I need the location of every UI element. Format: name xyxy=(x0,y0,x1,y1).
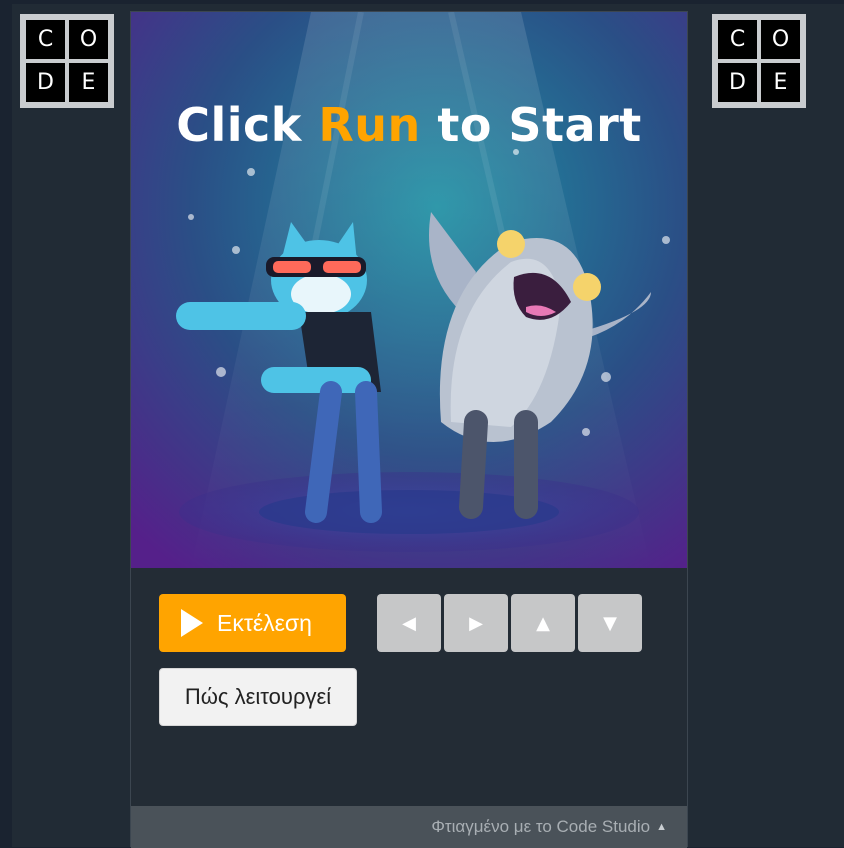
title-suffix: to Start xyxy=(420,98,642,152)
how-it-works-button[interactable]: Πώς λειτουργεί xyxy=(159,668,357,726)
down-arrow-icon: ▼ xyxy=(603,612,617,634)
run-button-label: Εκτέλεση xyxy=(217,609,312,636)
play-icon xyxy=(181,609,203,637)
logo-letter: E xyxy=(761,63,800,102)
caret-up-icon: ▲ xyxy=(656,821,667,833)
title-prefix: Click xyxy=(176,98,319,152)
logo-letter: O xyxy=(69,20,108,59)
code-logo-right[interactable]: C O D E xyxy=(712,14,806,108)
logo-letter: C xyxy=(26,20,65,59)
app-panel: Click Run to Start Εκτέλεση ◀ ▶ ▲ ▼ Πώς … xyxy=(130,11,688,848)
left-arrow-icon: ◀ xyxy=(402,612,416,634)
logo-letter: E xyxy=(69,63,108,102)
up-arrow-icon: ▲ xyxy=(536,612,550,634)
logo-letter: C xyxy=(718,20,757,59)
logo-letter: O xyxy=(761,20,800,59)
right-arrow-icon: ▶ xyxy=(469,612,483,634)
footer-bar[interactable]: Φτιαγμένο με το Code Studio ▲ xyxy=(131,806,687,848)
left-arrow-button[interactable]: ◀ xyxy=(377,594,441,652)
logo-letter: D xyxy=(26,63,65,102)
right-arrow-button[interactable]: ▶ xyxy=(444,594,508,652)
stage-illustration xyxy=(131,12,687,568)
footer-label: Φτιαγμένο με το Code Studio xyxy=(431,817,651,836)
arrow-controls: ◀ ▶ ▲ ▼ xyxy=(377,594,642,652)
up-arrow-button[interactable]: ▲ xyxy=(511,594,575,652)
logo-letter: D xyxy=(718,63,757,102)
run-button[interactable]: Εκτέλεση xyxy=(159,594,346,652)
code-logo-left[interactable]: C O D E xyxy=(20,14,114,108)
game-stage[interactable]: Click Run to Start xyxy=(131,12,687,568)
stage-title: Click Run to Start xyxy=(131,98,687,152)
down-arrow-button[interactable]: ▼ xyxy=(578,594,642,652)
title-accent: Run xyxy=(318,98,421,152)
